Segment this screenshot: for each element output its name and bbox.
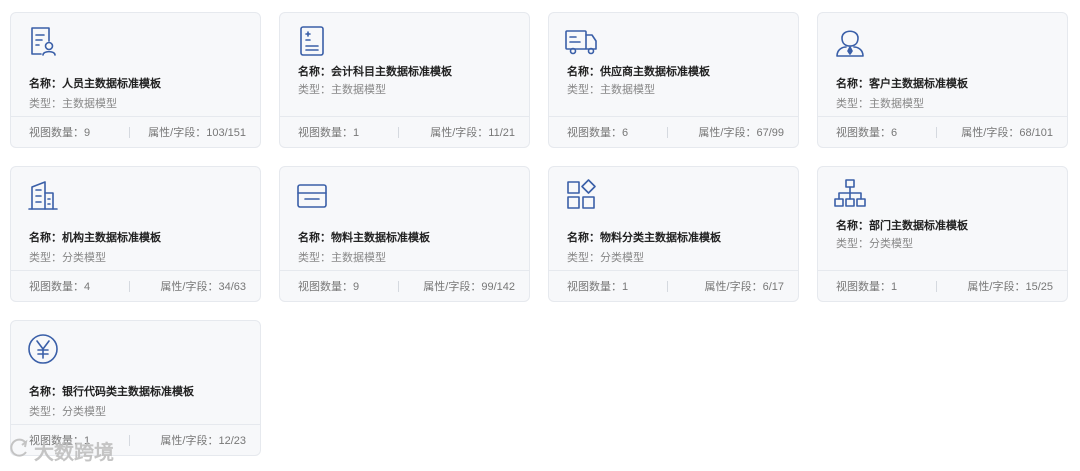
card-type: 类型：分类模型 bbox=[29, 252, 106, 264]
template-card[interactable]: 名称：物料分类主数据标准模板 类型：分类模型 视图数量：1 属性/字段：6/17 bbox=[548, 166, 799, 302]
inbox-box-icon bbox=[294, 177, 330, 213]
card-type: 类型：主数据模型 bbox=[298, 252, 386, 264]
card-name: 名称：物料分类主数据标准模板 bbox=[567, 232, 721, 244]
template-card[interactable]: 名称：物料主数据标准模板 类型：主数据模型 视图数量：9 属性/字段：99/14… bbox=[279, 166, 530, 302]
view-count: 视图数量：1 bbox=[29, 435, 91, 447]
attr-field-count: 属性/字段：68/101 bbox=[961, 127, 1053, 139]
template-card[interactable]: 名称：会计科目主数据标准模板 类型：主数据模型 视图数量：1 属性/字段：11/… bbox=[279, 12, 530, 148]
card-type: 类型：主数据模型 bbox=[836, 98, 924, 110]
card-type: 类型：主数据模型 bbox=[29, 98, 117, 110]
org-chart-icon bbox=[832, 177, 868, 213]
attr-field-count: 属性/字段：103/151 bbox=[148, 127, 246, 139]
view-count: 视图数量：1 bbox=[567, 281, 629, 293]
attr-field-count: 属性/字段：12/23 bbox=[160, 435, 246, 447]
card-footer: 视图数量：1 属性/字段：15/25 bbox=[818, 270, 1067, 301]
category-grid-icon bbox=[563, 177, 599, 213]
view-count: 视图数量：6 bbox=[836, 127, 898, 139]
card-footer: 视图数量：9 属性/字段：103/151 bbox=[11, 116, 260, 147]
card-footer: 视图数量：1 属性/字段：12/23 bbox=[11, 424, 260, 455]
view-count: 视图数量：4 bbox=[29, 281, 91, 293]
card-footer: 视图数量：1 属性/字段：6/17 bbox=[549, 270, 798, 301]
card-footer: 视图数量：9 属性/字段：99/142 bbox=[280, 270, 529, 301]
card-type: 类型：分类模型 bbox=[29, 406, 106, 418]
view-count: 视图数量：9 bbox=[29, 127, 91, 139]
card-type: 类型：分类模型 bbox=[567, 252, 644, 264]
view-count: 视图数量：1 bbox=[836, 281, 898, 293]
card-name: 名称：银行代码类主数据标准模板 bbox=[29, 386, 194, 398]
card-footer: 视图数量：6 属性/字段：67/99 bbox=[549, 116, 798, 147]
card-name: 名称：人员主数据标准模板 bbox=[29, 78, 161, 90]
customer-user-icon bbox=[832, 23, 868, 59]
yuan-coin-icon bbox=[25, 331, 61, 367]
template-card[interactable]: 名称：银行代码类主数据标准模板 类型：分类模型 视图数量：1 属性/字段：12/… bbox=[10, 320, 261, 456]
template-card[interactable]: 名称：机构主数据标准模板 类型：分类模型 视图数量：4 属性/字段：34/63 bbox=[10, 166, 261, 302]
truck-icon bbox=[563, 23, 599, 59]
card-name: 名称：供应商主数据标准模板 bbox=[567, 66, 710, 78]
card-footer: 视图数量：1 属性/字段：11/21 bbox=[280, 116, 529, 147]
card-type: 类型：主数据模型 bbox=[298, 84, 386, 96]
template-card[interactable]: 名称：供应商主数据标准模板 类型：主数据模型 视图数量：6 属性/字段：67/9… bbox=[548, 12, 799, 148]
card-name: 名称：物料主数据标准模板 bbox=[298, 232, 430, 244]
building-icon bbox=[25, 177, 61, 213]
card-footer: 视图数量：4 属性/字段：34/63 bbox=[11, 270, 260, 301]
template-card[interactable]: 名称：客户主数据标准模板 类型：主数据模型 视图数量：6 属性/字段：68/10… bbox=[817, 12, 1068, 148]
attr-field-count: 属性/字段：67/99 bbox=[698, 127, 784, 139]
template-card[interactable]: 名称：人员主数据标准模板 类型：主数据模型 视图数量：9 属性/字段：103/1… bbox=[10, 12, 261, 148]
attr-field-count: 属性/字段：99/142 bbox=[423, 281, 515, 293]
attr-field-count: 属性/字段：11/21 bbox=[430, 127, 515, 139]
person-document-icon bbox=[25, 23, 61, 59]
card-name: 名称：客户主数据标准模板 bbox=[836, 78, 968, 90]
template-card[interactable]: 名称：部门主数据标准模板 类型：分类模型 视图数量：1 属性/字段：15/25 bbox=[817, 166, 1068, 302]
view-count: 视图数量：1 bbox=[298, 127, 360, 139]
view-count: 视图数量：9 bbox=[298, 281, 360, 293]
card-type: 类型：分类模型 bbox=[836, 238, 913, 250]
ledger-list-icon bbox=[294, 23, 330, 59]
card-name: 名称：会计科目主数据标准模板 bbox=[298, 66, 452, 78]
template-card-grid: 名称：人员主数据标准模板 类型：主数据模型 视图数量：9 属性/字段：103/1… bbox=[10, 12, 1068, 456]
card-type: 类型：主数据模型 bbox=[567, 84, 655, 96]
view-count: 视图数量：6 bbox=[567, 127, 629, 139]
attr-field-count: 属性/字段：34/63 bbox=[160, 281, 246, 293]
attr-field-count: 属性/字段：6/17 bbox=[704, 281, 784, 293]
card-name: 名称：机构主数据标准模板 bbox=[29, 232, 161, 244]
card-footer: 视图数量：6 属性/字段：68/101 bbox=[818, 116, 1067, 147]
attr-field-count: 属性/字段：15/25 bbox=[967, 281, 1053, 293]
card-name: 名称：部门主数据标准模板 bbox=[836, 220, 968, 232]
